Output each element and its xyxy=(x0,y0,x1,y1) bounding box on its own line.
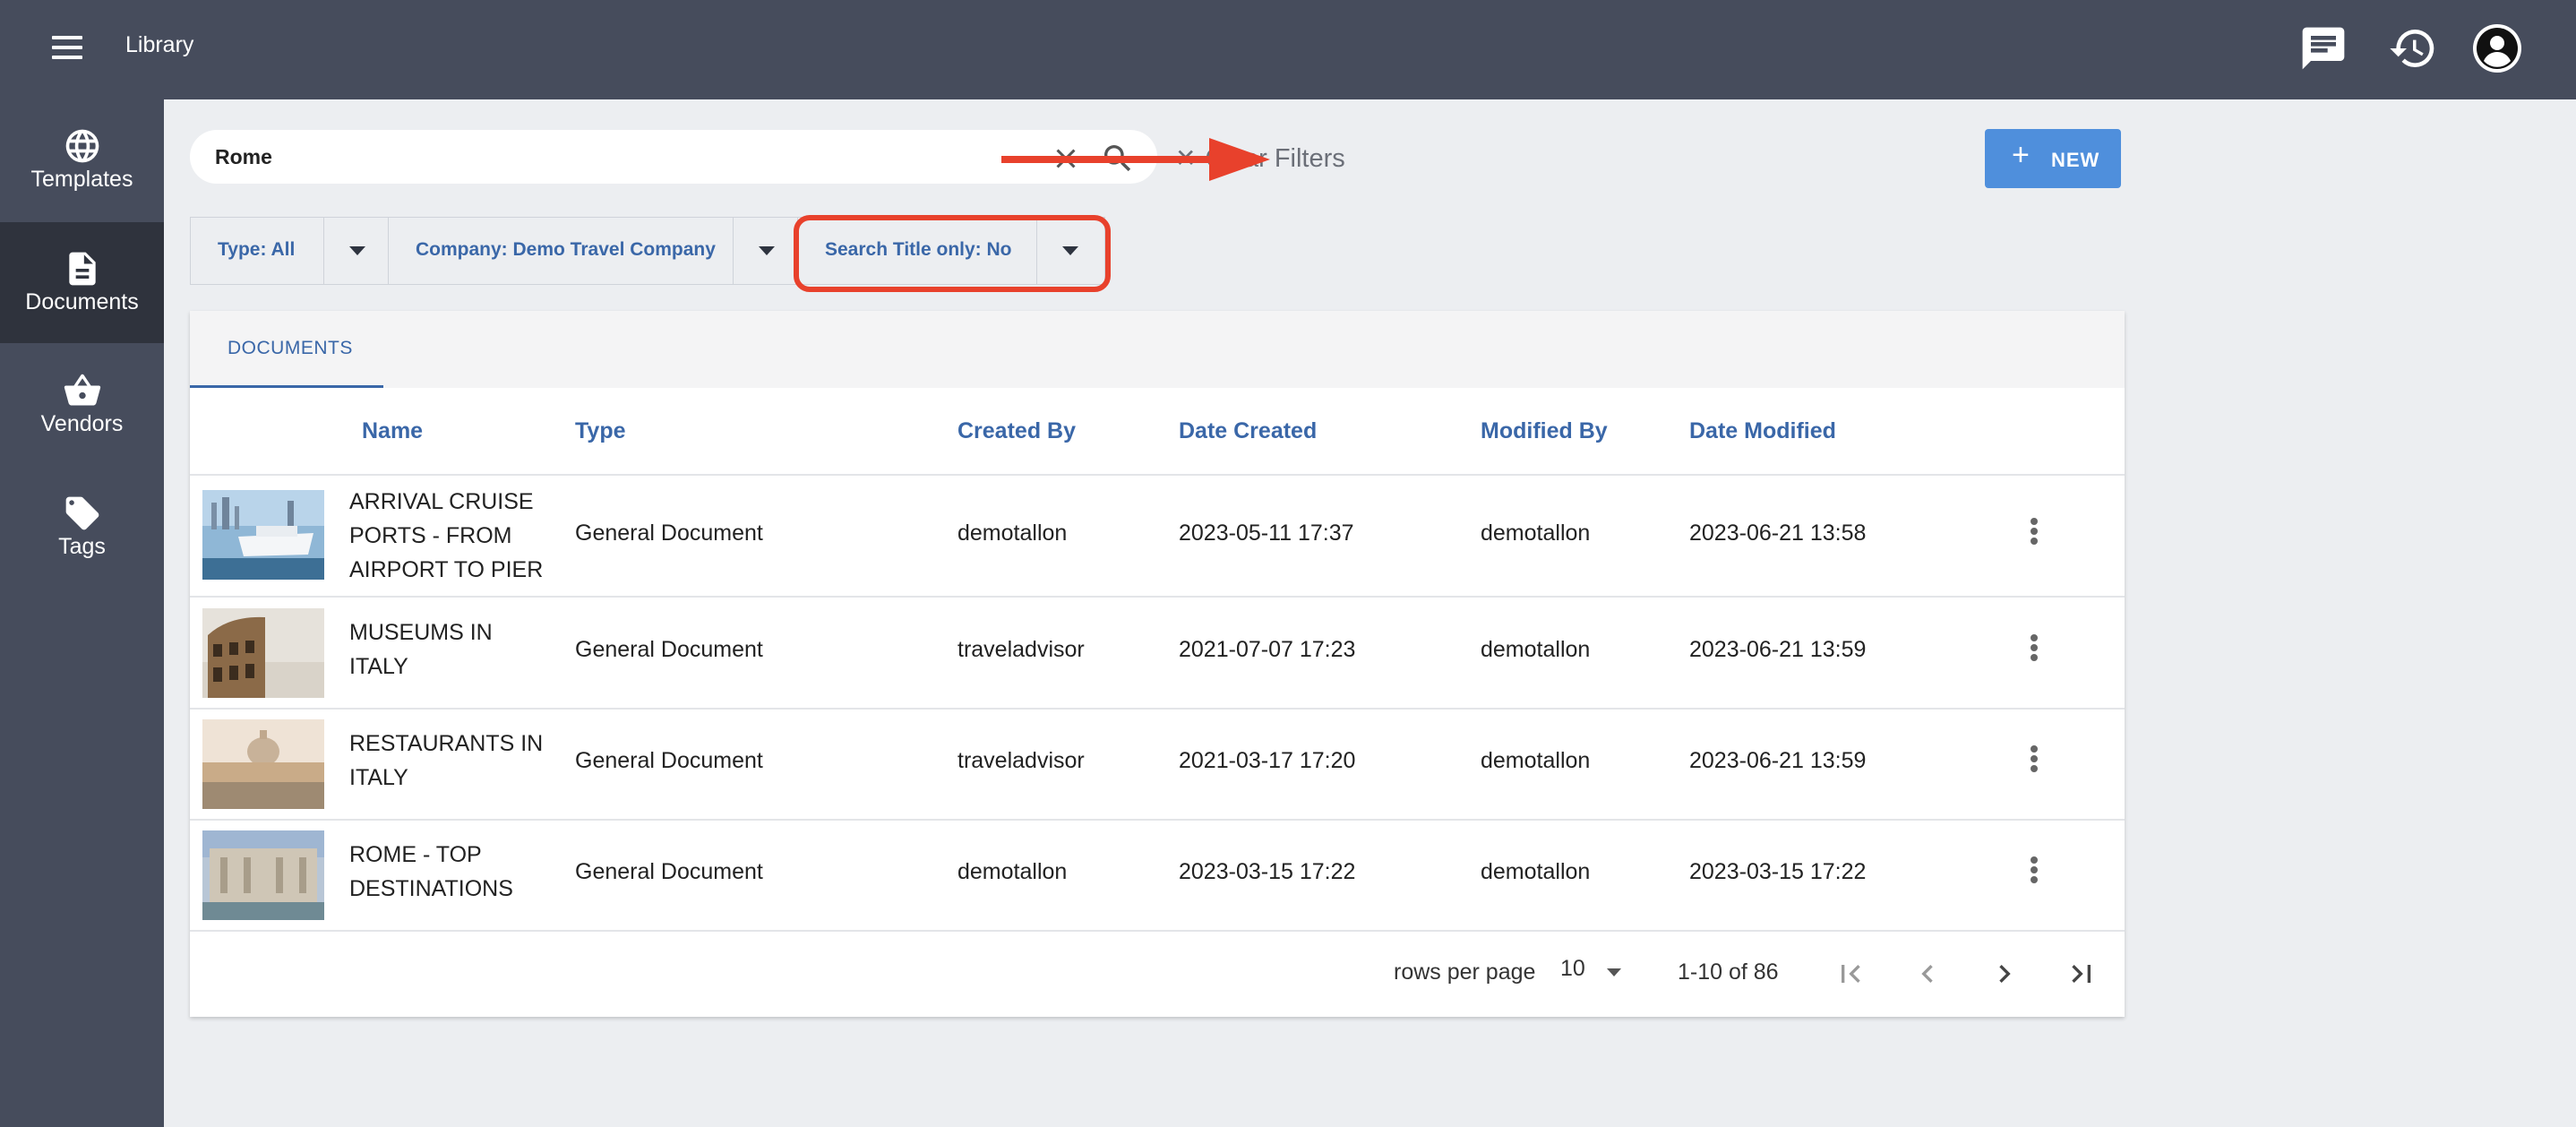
row-type: General Document xyxy=(575,637,763,662)
row-modified-by: demotallon xyxy=(1481,520,1591,546)
divider xyxy=(190,819,2125,821)
top-app-bar: Library xyxy=(0,0,2576,99)
tab-indicator xyxy=(190,385,383,388)
filter-search-title-only[interactable]: Search Title only: No xyxy=(797,217,1105,285)
annotation-arrow xyxy=(1001,138,1270,181)
row-date-created: 2021-03-17 17:20 xyxy=(1179,748,1356,773)
document-icon xyxy=(68,252,96,286)
new-button-label: NEW xyxy=(2051,149,2100,171)
sidebar-item-label: Documents xyxy=(25,289,139,314)
filter-company[interactable]: Company: Demo Travel Company xyxy=(388,217,798,285)
sidebar-item-vendors[interactable]: Vendors xyxy=(0,344,164,465)
column-header-date-created[interactable]: Date Created xyxy=(1179,418,1317,444)
thumbnail-image xyxy=(202,719,324,809)
thumbnail-image xyxy=(202,490,324,580)
sidebar-item-label: Tags xyxy=(58,534,106,559)
history-icon[interactable] xyxy=(2388,23,2438,73)
divider xyxy=(190,708,2125,710)
filter-type[interactable]: Type: All xyxy=(190,217,389,285)
row-date-modified: 2023-06-21 13:59 xyxy=(1689,637,1867,662)
more-vert-icon[interactable] xyxy=(2021,854,2048,890)
row-date-created: 2023-03-15 17:22 xyxy=(1179,859,1356,884)
documents-card: DOCUMENTS Name Type Created By Date Crea… xyxy=(190,311,2125,1017)
row-type: General Document xyxy=(575,859,763,884)
sidebar: Templates Documents Vendors Tags xyxy=(0,99,164,1127)
filter-search-title-label: Search Title only: No xyxy=(825,239,1012,260)
row-created-by: demotallon xyxy=(957,520,1068,546)
previous-page-icon[interactable] xyxy=(1910,956,1945,992)
sidebar-item-templates[interactable]: Templates xyxy=(0,99,164,220)
chevron-down-icon[interactable] xyxy=(733,218,797,284)
row-name[interactable]: MUSEUMS IN ITALY xyxy=(349,615,555,684)
row-date-modified: 2023-06-21 13:59 xyxy=(1689,748,1867,773)
next-page-icon[interactable] xyxy=(1987,956,2022,992)
tab-label: DOCUMENTS xyxy=(228,338,353,358)
row-modified-by: demotallon xyxy=(1481,859,1591,884)
filter-company-label: Company: Demo Travel Company xyxy=(416,239,716,260)
more-vert-icon[interactable] xyxy=(2021,632,2048,667)
column-header-created-by[interactable]: Created By xyxy=(957,418,1076,444)
row-name[interactable]: ROME - TOP DESTINATIONS xyxy=(349,838,555,906)
row-created-by: demotallon xyxy=(957,859,1068,884)
app-title: Library xyxy=(125,32,194,57)
column-header-name[interactable]: Name xyxy=(362,418,423,444)
rows-per-page-select[interactable]: 10 xyxy=(1560,956,1632,992)
row-name[interactable]: RESTAURANTS IN ITALY xyxy=(349,727,555,795)
thumbnail-image xyxy=(202,830,324,920)
chat-icon[interactable] xyxy=(2298,23,2348,73)
row-date-modified: 2023-06-21 13:58 xyxy=(1689,520,1867,546)
column-header-type[interactable]: Type xyxy=(575,418,626,444)
chevron-down-icon xyxy=(1607,968,1621,976)
account-icon[interactable] xyxy=(2472,23,2522,73)
chevron-down-icon[interactable] xyxy=(1036,218,1101,284)
row-date-modified: 2023-03-15 17:22 xyxy=(1689,859,1867,884)
globe-icon xyxy=(65,129,99,163)
sidebar-item-label: Vendors xyxy=(40,411,124,436)
last-page-icon[interactable] xyxy=(2064,956,2099,992)
chevron-down-icon[interactable] xyxy=(323,218,388,284)
divider xyxy=(190,596,2125,598)
search-input[interactable] xyxy=(215,141,932,173)
row-name[interactable]: ARRIVAL CRUISE PORTS - FROM AIRPORT TO P… xyxy=(349,485,555,587)
row-modified-by: demotallon xyxy=(1481,748,1591,773)
tab-bar: DOCUMENTS xyxy=(190,311,2125,388)
menu-icon[interactable] xyxy=(52,36,82,61)
row-type: General Document xyxy=(575,748,763,773)
new-button[interactable]: + NEW xyxy=(1985,129,2121,188)
first-page-icon[interactable] xyxy=(1833,956,1868,992)
divider xyxy=(190,474,2125,476)
more-vert-icon[interactable] xyxy=(2021,515,2048,551)
column-header-modified-by[interactable]: Modified By xyxy=(1481,418,1608,444)
plus-icon: + xyxy=(2012,138,2031,172)
rows-per-page-label: rows per page xyxy=(1394,959,1536,985)
column-header-date-modified[interactable]: Date Modified xyxy=(1689,418,1836,444)
rows-per-page-value: 10 xyxy=(1560,956,1585,981)
tag-icon xyxy=(65,496,99,530)
pagination-range: 1-10 of 86 xyxy=(1678,959,1779,985)
row-created-by: traveladvisor xyxy=(957,637,1085,662)
row-modified-by: demotallon xyxy=(1481,637,1591,662)
row-type: General Document xyxy=(575,520,763,546)
tab-documents[interactable]: DOCUMENTS xyxy=(190,311,383,388)
row-date-created: 2023-05-11 17:37 xyxy=(1179,520,1354,546)
sidebar-item-documents[interactable]: Documents xyxy=(0,222,164,343)
basket-icon xyxy=(64,374,100,406)
row-date-created: 2021-07-07 17:23 xyxy=(1179,637,1356,662)
filter-type-label: Type: All xyxy=(218,239,296,260)
sidebar-item-label: Templates xyxy=(30,167,133,192)
more-vert-icon[interactable] xyxy=(2021,743,2048,779)
sidebar-item-tags[interactable]: Tags xyxy=(0,467,164,588)
divider xyxy=(190,930,2125,932)
row-created-by: traveladvisor xyxy=(957,748,1085,773)
thumbnail-image xyxy=(202,608,324,698)
